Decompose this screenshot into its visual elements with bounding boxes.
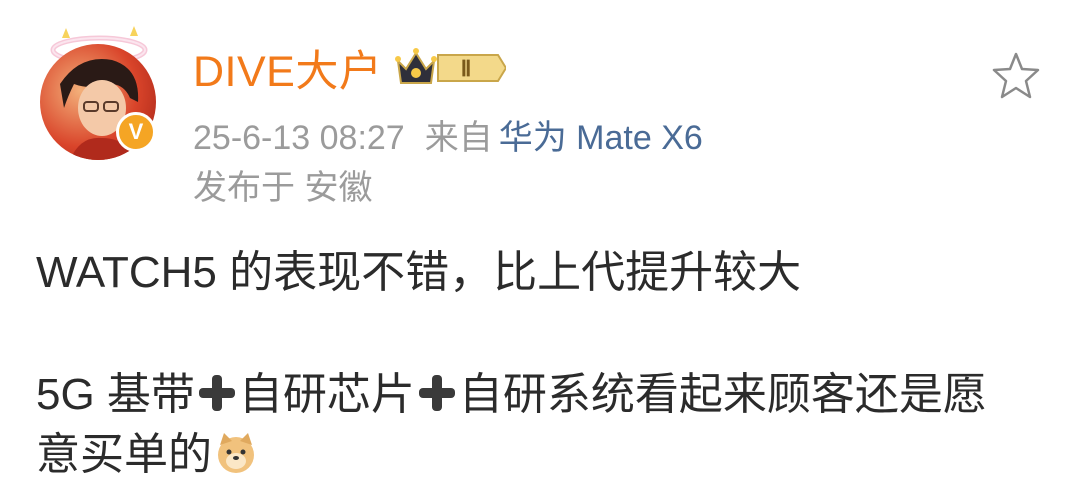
- avatar[interactable]: V: [36, 24, 166, 160]
- post-text-line: 5G 基带 自研芯片 自研系统看起来顾客还是愿: [36, 358, 987, 422]
- post-text-segment: 意买单的: [36, 430, 212, 479]
- vip-badge: V: [116, 112, 156, 152]
- source-label: 来自: [424, 119, 493, 157]
- doge-emoji-icon: [218, 433, 254, 473]
- post-text-line: 意买单的: [36, 418, 258, 482]
- device-link[interactable]: 华为 Mate X6: [499, 119, 703, 157]
- username-link[interactable]: DIVE大户: [193, 37, 382, 99]
- author-header: DIVE大户 Ⅱ: [193, 37, 507, 99]
- heavy-plus-icon: [197, 373, 237, 413]
- post-text-segment: 自研系统看起来顾客还是愿: [458, 370, 987, 419]
- post-timestamp: 25-6-13 08:27: [193, 119, 405, 157]
- post-text-line: WATCH5 的表现不错，比上代提升较大: [36, 248, 802, 297]
- post-text-segment: 5G 基带: [36, 370, 195, 419]
- post-text-segment: 自研芯片: [238, 370, 415, 419]
- star-icon[interactable]: [990, 50, 1042, 102]
- crown-rank-badge-icon[interactable]: Ⅱ: [394, 45, 507, 91]
- post-location: 发布于 安徽: [193, 169, 373, 207]
- heavy-plus-icon: [417, 373, 457, 413]
- post-meta: 25-6-13 08:27 来自 华为 Mate X6: [193, 110, 703, 159]
- rank-label: Ⅱ: [461, 56, 472, 81]
